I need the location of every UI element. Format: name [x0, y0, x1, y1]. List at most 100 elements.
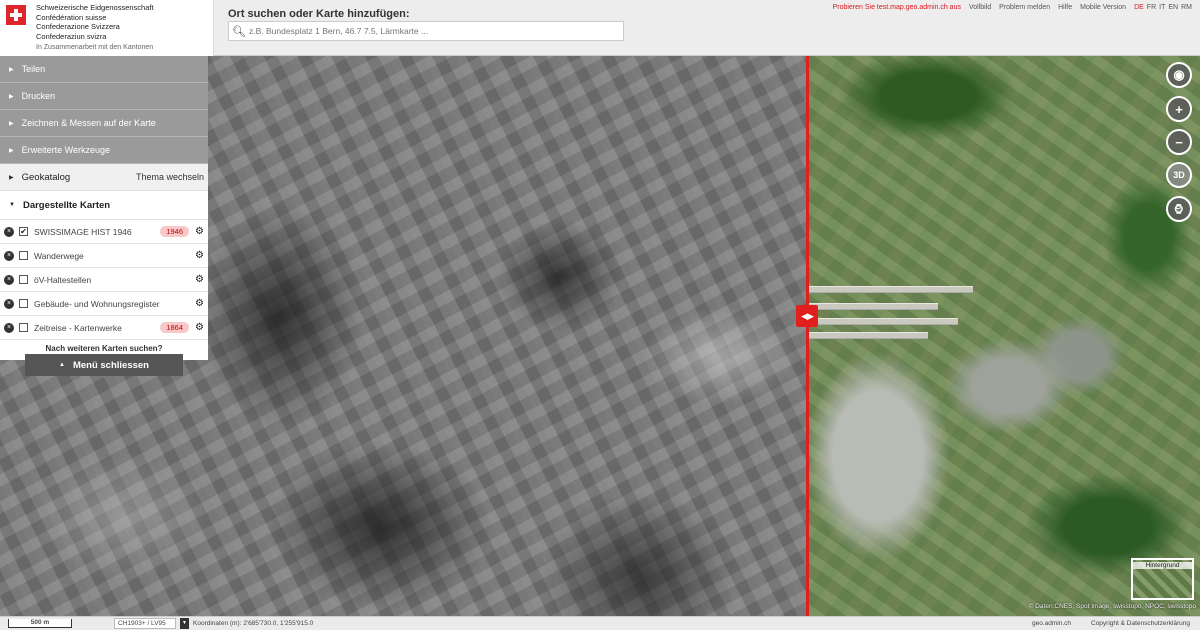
checkbox-icon[interactable]: ✔ [19, 227, 28, 236]
geolocation-icon[interactable]: ◉ [1166, 62, 1192, 88]
close-menu-button[interactable]: ▲ Menü schliessen [25, 354, 183, 376]
checkbox-icon[interactable] [19, 299, 28, 308]
header: Schweizerische Eidgenossenschaft Confédé… [0, 0, 1200, 56]
help-link[interactable]: Hilfe [1058, 4, 1072, 11]
layer-item: × Zeitreise - Kartenwerke 1864 ⚙ [0, 316, 208, 340]
app-root: ◀▶ Schweizerische Eidgenossenschaft Conf… [0, 0, 1200, 630]
menu-label: Drucken [21, 91, 56, 101]
search-icon[interactable]: 🔍︎ [229, 25, 249, 38]
logo-subline: In Zusammenarbeit mit den Kantonen [36, 44, 154, 51]
caret-down-icon: ▼ [9, 202, 15, 208]
footer: 500 m CH1903+ / LV95 ▼ Koordinaten (m): … [0, 616, 1200, 630]
layer-name[interactable]: Gebäude- und Wohnungsregister [34, 299, 160, 309]
swipe-icon[interactable]: ◀▶ [796, 305, 818, 327]
caret-right-icon: ▶ [9, 120, 14, 127]
remove-layer-icon[interactable]: × [4, 322, 14, 333]
3d-icon[interactable]: 3D [1166, 162, 1192, 188]
background-selector[interactable]: Hintergrund [1131, 558, 1194, 600]
zoom-in-icon[interactable]: + [1166, 96, 1192, 122]
zoom-out-icon[interactable]: − [1166, 129, 1192, 155]
layer-item: × Gebäude- und Wohnungsregister ⚙ [0, 292, 208, 316]
displayed-maps-header[interactable]: ▼ Dargestellte Karten [0, 191, 208, 220]
footer-links: geo.admin.ch Copyright & Datenschutzerkl… [1032, 620, 1190, 627]
remove-layer-icon[interactable]: × [4, 298, 14, 309]
fullscreen-link[interactable]: Vollbild [969, 4, 991, 11]
menu-draw-measure[interactable]: ▶ Zeichnen & Messen auf der Karte [0, 110, 208, 137]
site-link[interactable]: geo.admin.ch [1032, 620, 1071, 627]
logo-line: Confederaziun svizra [36, 31, 107, 41]
language-switcher: DE FR IT EN RM [1134, 4, 1192, 11]
gear-icon[interactable]: ⚙ [195, 298, 204, 309]
mobile-version-link[interactable]: Mobile Version [1080, 4, 1126, 11]
search-input[interactable] [249, 26, 609, 36]
background-selector-label: Hintergrund [1133, 562, 1192, 569]
logo-line: Schweizerische Eidgenossenschaft [36, 3, 154, 12]
checkbox-icon[interactable] [19, 275, 28, 284]
checkbox-icon[interactable] [19, 323, 28, 332]
swipe-divider[interactable] [806, 56, 809, 616]
lang-it[interactable]: IT [1159, 4, 1165, 11]
test-site-link[interactable]: Probieren Sie test.map.geo.admin.ch aus [833, 4, 961, 11]
geokatalog-label: Geokatalog [21, 171, 71, 183]
lang-fr[interactable]: FR [1147, 4, 1156, 11]
remove-layer-icon[interactable]: × [4, 250, 14, 261]
layer-item: × öV-Haltestellen ⚙ [0, 268, 208, 292]
layer-list: × ✔ SWISSIMAGE HIST 1946 1946 ⚙ × Wander… [0, 220, 208, 360]
caret-right-icon: ▶ [9, 147, 14, 154]
time-icon[interactable]: ⌚︎ [1166, 196, 1192, 222]
layer-item: × ✔ SWISSIMAGE HIST 1946 1946 ⚙ [0, 220, 208, 244]
remove-layer-icon[interactable]: × [4, 274, 14, 285]
menu-advanced-tools[interactable]: ▶ Erweiterte Werkzeuge [0, 137, 208, 164]
caret-right-icon: ▶ [9, 174, 14, 181]
gear-icon[interactable]: ⚙ [195, 226, 204, 237]
current-aerial-map[interactable] [808, 56, 1200, 616]
report-problem-link[interactable]: Problem melden [999, 4, 1050, 11]
caret-up-icon: ▲ [59, 362, 65, 368]
sidebar: ▶ Teilen ▶ Drucken ▶ Zeichnen & Messen auf … [0, 56, 208, 376]
scale-bar: 500 m [8, 619, 72, 628]
layer-name[interactable]: Zeitreise - Kartenwerke [34, 323, 122, 333]
close-menu-label: Menü schliessen [72, 359, 149, 371]
caret-right-icon: ▶ [9, 66, 14, 73]
top-links: Probieren Sie test.map.geo.admin.ch aus … [833, 4, 1192, 11]
change-topic-link[interactable]: Thema wechseln [136, 172, 204, 182]
crs-select[interactable]: CH1903+ / LV95 [114, 618, 176, 629]
logo-line: Confederazione Svizzera [36, 22, 120, 31]
menu-print[interactable]: ▶ Drucken [0, 83, 208, 110]
runway [808, 332, 928, 339]
chevron-down-icon[interactable]: ▼ [180, 618, 189, 629]
gear-icon[interactable]: ⚙ [195, 322, 204, 333]
lang-en[interactable]: EN [1168, 4, 1178, 11]
copyright-link[interactable]: Copyright & Datenschutzerklärung [1091, 620, 1190, 627]
federal-logo-text: Schweizerische Eidgenossenschaft Confédé… [36, 3, 154, 53]
lang-de[interactable]: DE [1134, 4, 1144, 11]
coordinates-readout: Koordinaten (m): 2'685'730.0, 1'255'915.… [193, 620, 314, 627]
menu-label: Erweiterte Werkzeuge [21, 145, 110, 155]
checkbox-icon[interactable] [19, 251, 28, 260]
gear-icon[interactable]: ⚙ [195, 274, 204, 285]
lang-rm[interactable]: RM [1181, 4, 1192, 11]
search-label: Ort suchen oder Karte hinzufügen: [228, 8, 410, 20]
caret-right-icon: ▶ [9, 93, 14, 100]
runway [808, 286, 973, 293]
geokatalog-row[interactable]: ▶ Geokatalog Thema wechseln [0, 164, 208, 191]
layer-year-badge[interactable]: 1864 [160, 322, 190, 333]
runway [808, 303, 938, 310]
search-box[interactable]: 🔍︎ [228, 21, 624, 41]
layer-year-badge[interactable]: 1946 [160, 226, 190, 237]
menu-share[interactable]: ▶ Teilen [0, 56, 208, 83]
layer-name[interactable]: öV-Haltestellen [34, 275, 91, 285]
map-attribution[interactable]: © Daten:CNES, Spot Image, swisstopo, NPO… [1029, 603, 1196, 610]
remove-layer-icon[interactable]: × [4, 226, 14, 237]
gear-icon[interactable]: ⚙ [195, 250, 204, 261]
menu-label: Zeichnen & Messen auf der Karte [21, 118, 156, 128]
displayed-maps-label: Dargestellte Karten [22, 199, 111, 211]
layer-name[interactable]: Wanderwege [34, 251, 84, 261]
runway [808, 318, 958, 325]
federal-logo[interactable]: Schweizerische Eidgenossenschaft Confédé… [0, 0, 214, 56]
layer-name[interactable]: SWISSIMAGE HIST 1946 [34, 227, 132, 237]
layer-item: × Wanderwege ⚙ [0, 244, 208, 268]
logo-line: Confédération suisse [36, 12, 107, 22]
menu-label: Teilen [21, 64, 46, 74]
swiss-flag-icon [6, 5, 26, 25]
